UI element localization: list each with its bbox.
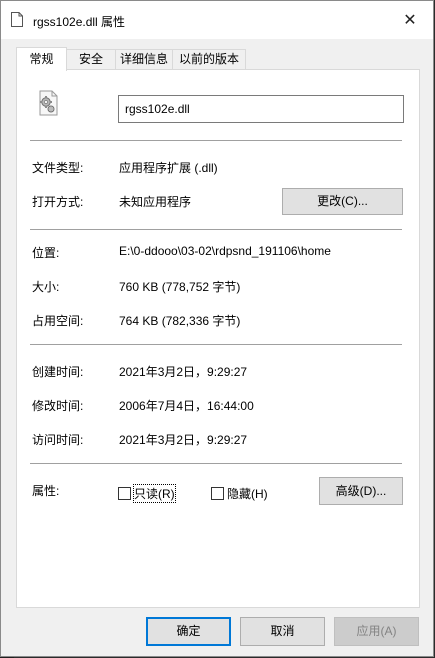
opens-with-label: 打开方式: (32, 195, 84, 209)
hidden-checkbox[interactable]: 隐藏(H) (211, 485, 268, 502)
cancel-button[interactable]: 取消 (240, 617, 325, 646)
file-type-label: 文件类型: (32, 161, 84, 175)
location-value: E:\0-ddooo\03-02\rdpsnd_191106\home (119, 244, 331, 258)
separator (30, 229, 402, 230)
tab-security[interactable]: 安全 (66, 49, 116, 69)
apply-button[interactable]: 应用(A) (334, 617, 419, 646)
file-name-input[interactable] (118, 95, 404, 123)
window-title: rgss102e.dll 属性 (33, 15, 126, 29)
checkbox-box[interactable] (118, 487, 131, 500)
size-on-disk-label: 占用空间: (32, 314, 84, 328)
dll-gear-icon (39, 90, 58, 116)
close-icon: ✕ (403, 12, 417, 29)
ok-button[interactable]: 确定 (146, 617, 231, 646)
opens-with-value: 未知应用程序 (119, 195, 192, 209)
title-bar[interactable]: rgss102e.dll 属性 ✕ (1, 1, 433, 39)
separator (30, 463, 402, 464)
checkbox-box[interactable] (211, 487, 224, 500)
tab-previous-versions[interactable]: 以前的版本 (172, 49, 246, 69)
hidden-label: 隐藏(H) (227, 487, 268, 501)
tab-general[interactable]: 常规 (16, 47, 67, 71)
modified-value: 2006年7月4日，16:44:00 (119, 399, 254, 413)
accessed-label: 访问时间: (32, 433, 84, 447)
file-type-value: 应用程序扩展 (.dll) (119, 161, 218, 175)
location-label: 位置: (32, 246, 60, 260)
size-value: 760 KB (778,752 字节) (119, 280, 241, 294)
close-button[interactable]: ✕ (387, 1, 433, 39)
change-button[interactable]: 更改(C)... (282, 188, 403, 215)
document-icon (11, 12, 23, 27)
advanced-button[interactable]: 高级(D)... (319, 477, 403, 505)
created-label: 创建时间: (32, 365, 84, 379)
general-tab-panel (16, 69, 420, 608)
size-on-disk-value: 764 KB (782,336 字节) (119, 314, 241, 328)
attributes-label: 属性: (32, 484, 60, 498)
accessed-value: 2021年3月2日，9:29:27 (119, 433, 248, 447)
readonly-checkbox[interactable]: 只读(R) (118, 484, 176, 503)
tab-details[interactable]: 详细信息 (115, 49, 173, 69)
separator (30, 140, 402, 141)
size-label: 大小: (32, 280, 60, 294)
created-value: 2021年3月2日，9:29:27 (119, 365, 248, 379)
separator (30, 344, 402, 345)
modified-label: 修改时间: (32, 399, 84, 413)
readonly-label: 只读(R) (133, 484, 176, 503)
properties-dialog: rgss102e.dll 属性 ✕ 常规 安全 详细信息 以前的版本 文件类型:… (0, 0, 434, 657)
